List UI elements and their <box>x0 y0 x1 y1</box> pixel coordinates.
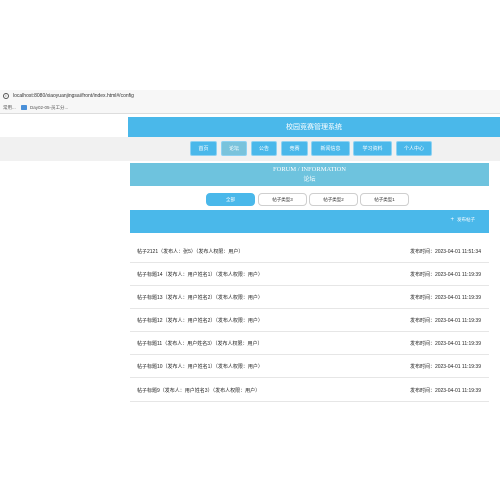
post-time: 发布时间：2023-04-01 11:19:39 <box>409 295 481 301</box>
site-title-text: 校园竞赛管理系统 <box>286 124 342 131</box>
category-all[interactable]: 全部 <box>206 193 255 206</box>
bookmark-item[interactable]: Day02-05-员工分... <box>21 105 68 111</box>
category-type1[interactable]: 帖子类型1 <box>360 193 409 206</box>
post-row[interactable]: 帖子标题14（发布人：用户姓名1）（发布人权限：用户） 发布时间：2023-04… <box>130 264 489 286</box>
post-title[interactable]: 帖子标题13（发布人：用户姓名2）（发布人权限：用户） <box>137 294 263 301</box>
new-post-label: 发布帖子 <box>457 217 475 222</box>
banner-title-en: FORUM / INFORMATION <box>273 166 346 173</box>
address-bar[interactable]: i localhost:8080/xiaoyuanjingsai/front/i… <box>0 90 500 102</box>
folder-icon <box>21 105 27 110</box>
nav-home[interactable]: 首页 <box>190 141 217 156</box>
info-icon[interactable]: i <box>3 93 9 99</box>
post-row[interactable]: 帖子标题12（发布人：用户姓名2）（发布人权限：用户） 发布时间：2023-04… <box>130 310 489 332</box>
post-time: 发布时间：2023-04-01 11:51:34 <box>409 249 481 255</box>
post-title[interactable]: 帖子2121（发布人：张5）（发布人权限：用户） <box>137 248 243 255</box>
nav-profile[interactable]: 个人中心 <box>396 141 432 156</box>
bookmarks-bar: 常用... Day02-05-员工分... <box>0 102 500 114</box>
post-time: 发布时间：2023-04-01 11:19:39 <box>409 388 481 394</box>
nav-competition[interactable]: 竞赛 <box>281 141 308 156</box>
bookmark-item[interactable]: 常用... <box>3 105 17 111</box>
post-time: 发布时间：2023-04-01 11:19:39 <box>409 272 481 278</box>
plus-icon: + <box>450 217 454 223</box>
post-row[interactable]: 帖子2121（发布人：张5）（发布人权限：用户） 发布时间：2023-04-01… <box>130 241 489 263</box>
banner-title-cn: 论坛 <box>303 177 316 183</box>
post-row[interactable]: 帖子标题10（发布人：用户姓名1）（发布人权限：用户） 发布时间：2023-04… <box>130 356 489 378</box>
main-nav: 首页 论坛 公告 竞赛 新闻信息 学习资料 个人中心 <box>0 137 500 161</box>
nav-forum[interactable]: 论坛 <box>221 141 247 156</box>
nav-news[interactable]: 新闻信息 <box>311 141 350 156</box>
post-toolbar: + 发布帖子 <box>130 210 489 233</box>
post-row[interactable]: 帖子标题9（发布人：用户姓名3）（发布人权限：用户） 发布时间：2023-04-… <box>130 380 489 402</box>
post-title[interactable]: 帖子标题11（发布人：用户姓名3）（发布人权限：用户） <box>137 340 262 347</box>
post-row[interactable]: 帖子标题11（发布人：用户姓名3）（发布人权限：用户） 发布时间：2023-04… <box>130 333 489 355</box>
url-text[interactable]: localhost:8080/xiaoyuanjingsai/front/ind… <box>13 93 134 99</box>
category-type2[interactable]: 帖子类型2 <box>309 193 358 206</box>
post-title[interactable]: 帖子标题14（发布人：用户姓名1）（发布人权限：用户） <box>137 271 263 278</box>
post-time: 发布时间：2023-04-01 11:19:39 <box>409 318 481 324</box>
post-row[interactable]: 帖子标题13（发布人：用户姓名2）（发布人权限：用户） 发布时间：2023-04… <box>130 287 489 309</box>
nav-study[interactable]: 学习资料 <box>353 141 392 156</box>
category-type3[interactable]: 帖子类型3 <box>258 193 307 206</box>
post-time: 发布时间：2023-04-01 11:19:39 <box>409 341 481 347</box>
page: i localhost:8080/xiaoyuanjingsai/front/i… <box>0 0 500 500</box>
forum-banner: FORUM / INFORMATION 论坛 <box>130 163 489 186</box>
new-post-button[interactable]: + 发布帖子 <box>450 217 475 223</box>
bookmark-label: Day02-05-员工分... <box>30 104 69 110</box>
post-title[interactable]: 帖子标题10（发布人：用户姓名1）（发布人权限：用户） <box>137 363 263 370</box>
nav-notice[interactable]: 公告 <box>251 141 277 156</box>
post-time: 发布时间：2023-04-01 11:19:39 <box>409 364 481 370</box>
post-title[interactable]: 帖子标题12（发布人：用户姓名2）（发布人权限：用户） <box>137 317 263 324</box>
site-title: 校园竞赛管理系统 <box>128 117 500 137</box>
post-title[interactable]: 帖子标题9（发布人：用户姓名3）（发布人权限：用户） <box>137 387 260 394</box>
